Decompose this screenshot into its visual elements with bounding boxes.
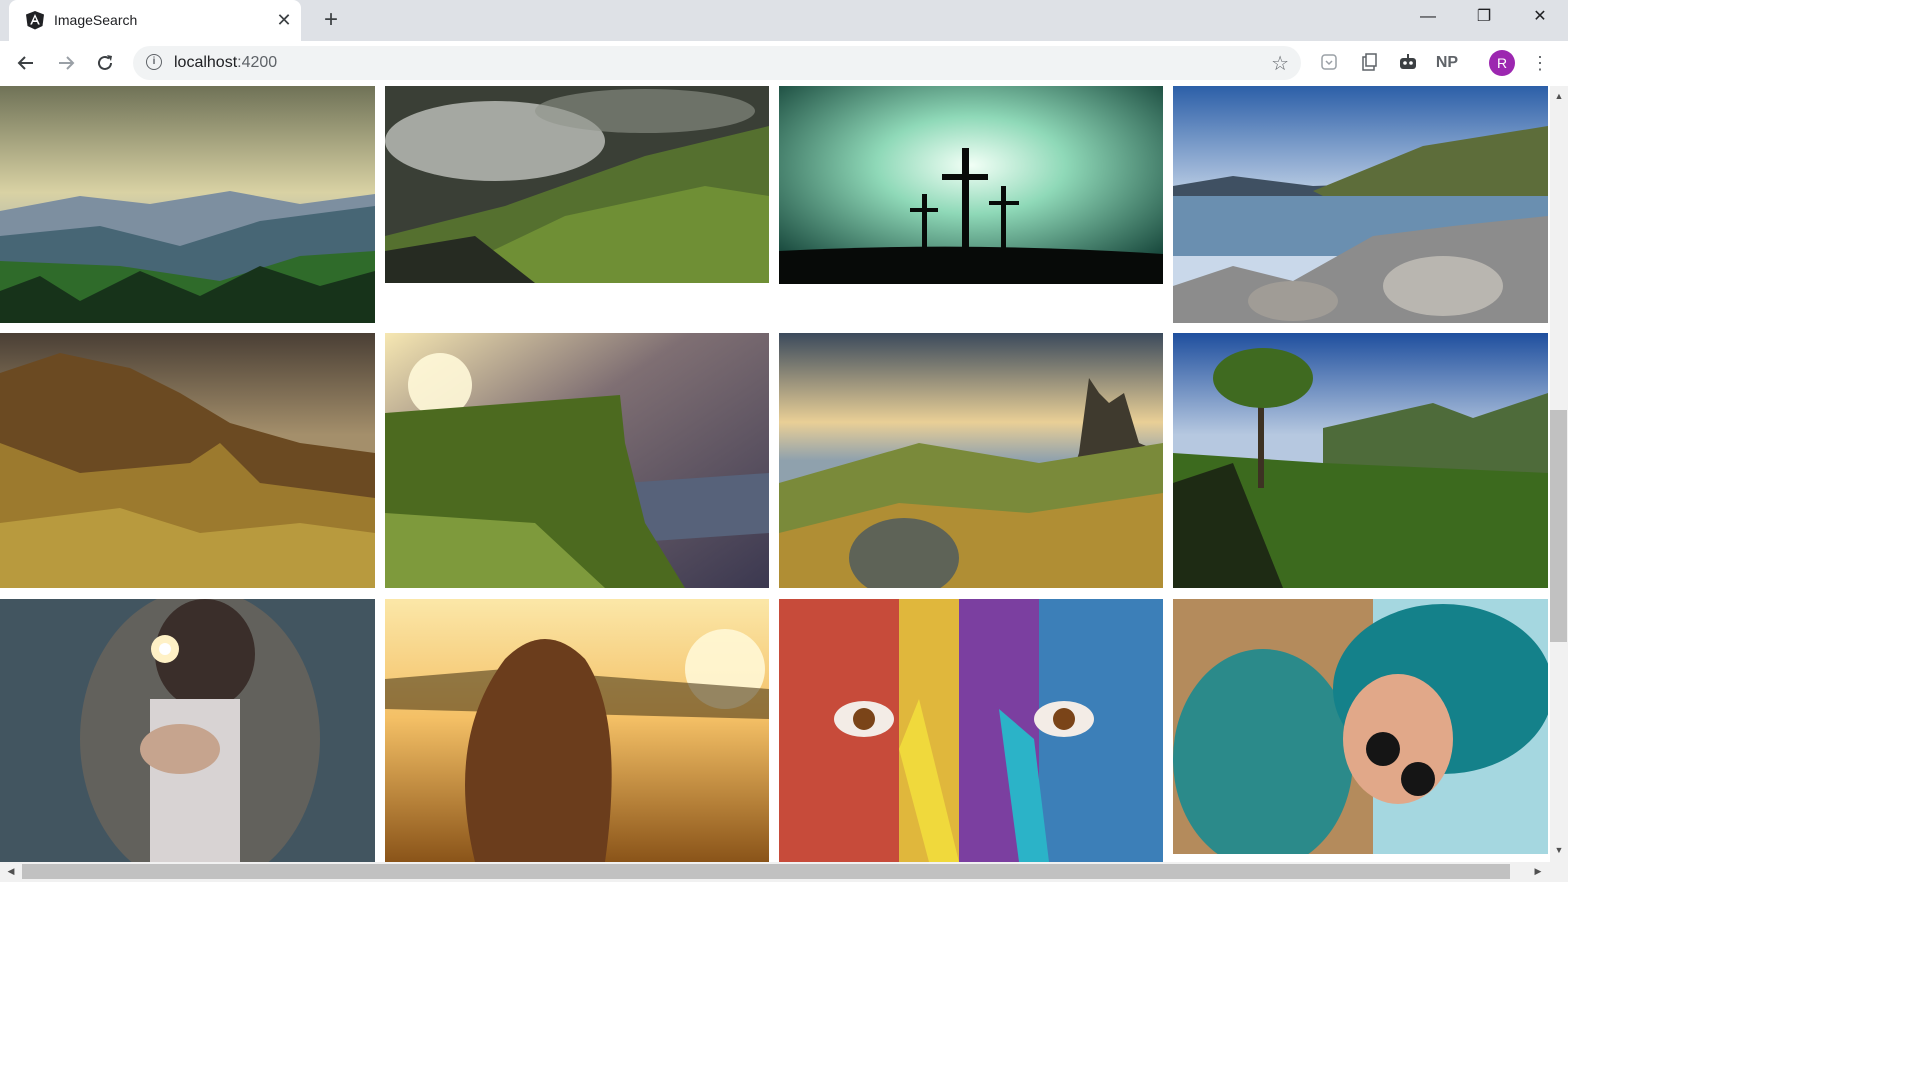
scroll-right-arrow-icon[interactable]: ▶ — [1530, 866, 1546, 877]
image-gallery — [0, 86, 1550, 862]
forward-arrow-icon[interactable] — [52, 49, 80, 77]
tab-title: ImageSearch — [54, 12, 138, 28]
more-menu-icon[interactable]: ⋮ — [1530, 49, 1550, 77]
new-tab-button[interactable]: + — [318, 8, 344, 34]
gallery-image[interactable] — [1173, 599, 1548, 854]
scroll-left-arrow-icon[interactable]: ◀ — [3, 866, 19, 877]
np-extension[interactable]: NP — [1434, 52, 1460, 74]
gallery-image[interactable] — [385, 333, 769, 588]
tab-strip: ImageSearch ✕ + — ❐ ✕ — [0, 0, 1568, 41]
gallery-image[interactable] — [1173, 86, 1548, 323]
gallery-image[interactable] — [385, 599, 769, 862]
gallery-image[interactable] — [1173, 333, 1548, 588]
profile-avatar[interactable]: R — [1489, 50, 1515, 76]
close-window-button[interactable]: ✕ — [1512, 0, 1568, 36]
vertical-scroll-thumb[interactable] — [1550, 410, 1567, 642]
back-arrow-icon[interactable] — [12, 49, 40, 77]
gallery-image[interactable] — [385, 86, 769, 283]
gallery-image[interactable] — [0, 333, 375, 588]
angular-logo-icon — [26, 11, 44, 30]
url-host: localhost — [174, 54, 238, 71]
site-info-icon[interactable]: i — [146, 54, 162, 70]
scroll-up-arrow-icon[interactable]: ▲ — [1551, 91, 1567, 101]
robot-icon[interactable] — [1397, 52, 1419, 74]
pocket-icon[interactable] — [1318, 52, 1340, 74]
gallery-image[interactable] — [779, 86, 1163, 284]
gallery-image[interactable] — [0, 599, 375, 862]
scroll-down-arrow-icon[interactable]: ▼ — [1551, 845, 1567, 855]
notes-icon[interactable] — [1358, 52, 1380, 74]
minimize-button[interactable]: — — [1400, 0, 1456, 36]
browser-tab[interactable]: ImageSearch ✕ — [9, 0, 301, 41]
close-tab-icon[interactable]: ✕ — [273, 9, 295, 31]
reload-icon[interactable] — [91, 49, 119, 77]
maximize-button[interactable]: ❐ — [1456, 0, 1512, 36]
horizontal-scroll-thumb[interactable] — [22, 864, 1510, 879]
gallery-image[interactable] — [0, 86, 375, 323]
url-port: :4200 — [237, 54, 278, 71]
browser-toolbar: i localhost:4200 ☆ NP R ⋮ — [0, 41, 1568, 86]
address-url[interactable]: localhost:4200 — [174, 54, 277, 72]
gallery-image[interactable] — [779, 599, 1163, 862]
address-bar[interactable]: i localhost:4200 ☆ — [133, 46, 1301, 80]
gallery-image[interactable] — [779, 333, 1163, 588]
bookmark-star-icon[interactable]: ☆ — [1271, 51, 1289, 76]
